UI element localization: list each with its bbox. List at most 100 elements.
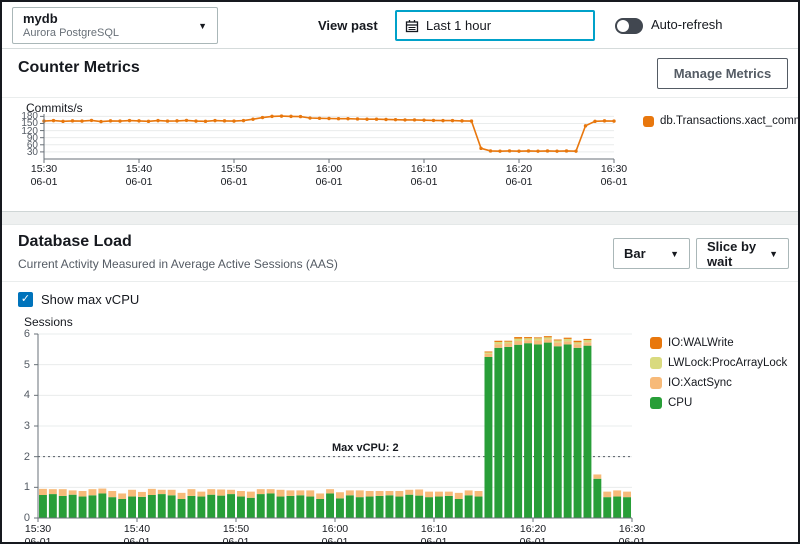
load-bar-segment <box>148 495 156 518</box>
legend-item: IO:XactSync <box>650 377 787 389</box>
database-name: mydb <box>23 11 198 27</box>
load-bar-segment <box>514 345 522 518</box>
load-bar-segment <box>574 342 582 344</box>
load-bar-segment <box>593 479 601 518</box>
x-tick-label: 15:3006-01 <box>20 163 68 189</box>
load-bar-segment <box>79 491 87 497</box>
load-bar-segment <box>583 339 591 340</box>
show-max-vcpu-checkbox[interactable]: ✓ <box>18 292 33 307</box>
load-bar-segment <box>425 492 433 498</box>
database-load-bar-chart[interactable] <box>38 334 632 518</box>
load-bar-segment <box>217 489 225 495</box>
legend-label: CPU <box>668 397 692 409</box>
load-bar-segment <box>514 339 522 341</box>
load-bar-segment <box>326 493 334 518</box>
load-bar-segment <box>524 340 532 343</box>
load-bar-segment <box>316 499 324 518</box>
load-bar-segment <box>583 346 591 518</box>
load-bar-segment <box>405 495 413 518</box>
show-max-vcpu-row[interactable]: ✓ Show max vCPU <box>18 292 139 307</box>
load-bar-segment <box>79 497 87 518</box>
legend-item: CPU <box>650 397 787 409</box>
chevron-down-icon: ▼ <box>198 21 207 31</box>
x-tick-label: 16:2006-01 <box>509 523 557 544</box>
load-bar-segment <box>158 490 166 494</box>
database-load-divider <box>2 281 798 282</box>
slice-by-dropdown[interactable]: Slice by wait ▼ <box>696 238 789 269</box>
legend-item: IO:WALWrite <box>650 337 787 349</box>
load-bar-segment <box>623 492 631 498</box>
load-bar-segment <box>356 497 364 518</box>
commits-line-chart[interactable] <box>44 114 614 159</box>
load-bar-segment <box>494 342 502 344</box>
load-bar-segment <box>574 341 582 343</box>
load-bar-segment <box>455 493 463 499</box>
load-bar-segment <box>425 497 433 518</box>
chart-type-dropdown[interactable]: Bar ▼ <box>613 238 690 269</box>
load-bar-segment <box>207 489 215 495</box>
y-tick-label: 6 <box>24 328 30 340</box>
load-bar-segment <box>435 497 443 518</box>
load-bar-segment <box>148 489 156 495</box>
load-bar-segment <box>306 490 314 496</box>
x-tick-label: 16:3006-01 <box>590 163 638 189</box>
load-bar-segment <box>415 489 423 495</box>
chart-type-value: Bar <box>624 246 646 261</box>
x-tick-label: 15:4006-01 <box>113 523 161 544</box>
load-bar-segment <box>544 337 552 339</box>
load-bar-segment <box>613 490 621 496</box>
load-bar-segment <box>217 496 225 518</box>
load-bar-segment <box>138 497 146 518</box>
load-bar-segment <box>346 490 354 495</box>
commits-x-axis: 15:3006-0115:4006-0115:5006-0116:0006-01… <box>44 163 614 189</box>
load-bar-segment <box>69 495 77 518</box>
load-bar-segment <box>277 497 285 518</box>
load-bar-segment <box>504 342 512 344</box>
load-bar-segment <box>435 492 443 497</box>
load-bar-segment <box>603 492 611 498</box>
time-range-input[interactable]: Last 1 hour <box>395 10 595 41</box>
load-bar-segment <box>574 344 582 348</box>
y-tick-label: 4 <box>24 389 30 401</box>
legend-swatch <box>650 397 662 409</box>
manage-metrics-button[interactable]: Manage Metrics <box>657 58 788 89</box>
load-bar-segment <box>128 490 136 497</box>
load-bar-segment <box>475 491 483 497</box>
load-bar-segment <box>405 490 413 495</box>
slice-by-value: Slice by wait <box>707 239 769 269</box>
load-bar-segment <box>267 489 275 493</box>
x-tick-label: 16:3006-01 <box>608 523 656 544</box>
load-bar-segment <box>69 490 77 494</box>
load-bar-segment <box>187 489 195 496</box>
database-selector[interactable]: mydb Aurora PostgreSQL ▼ <box>12 7 218 44</box>
load-bar-segment <box>524 337 532 338</box>
load-bar-segment <box>376 496 384 518</box>
load-bar-segment <box>376 491 384 496</box>
commits-legend-swatch <box>643 116 654 127</box>
commits-legend-label: db.Transactions.xact_commit.avg <box>660 115 800 127</box>
load-bar-segment <box>118 499 126 518</box>
load-bar-segment <box>168 490 176 496</box>
load-bar-segment <box>554 346 562 518</box>
auto-refresh-toggle[interactable] <box>615 18 643 34</box>
load-bar-segment <box>623 497 631 518</box>
chevron-down-icon: ▼ <box>769 249 778 259</box>
load-bar-segment <box>336 498 344 518</box>
load-bar-segment <box>88 495 96 518</box>
load-bar-segment <box>524 343 532 518</box>
load-bar-segment <box>49 494 57 518</box>
load-bar-segment <box>39 489 47 495</box>
load-bar-segment <box>544 343 552 518</box>
load-bar-segment <box>385 495 393 518</box>
legend-swatch <box>650 377 662 389</box>
load-bar-segment <box>455 499 463 518</box>
load-bar-segment <box>286 496 294 518</box>
load-bar-segment <box>534 337 542 338</box>
database-selector-texts: mydb Aurora PostgreSQL <box>23 11 198 41</box>
load-bar-segment <box>534 340 542 344</box>
load-bar-segment <box>178 493 186 499</box>
load-bar-segment <box>108 497 116 518</box>
load-bar-segment <box>257 494 265 518</box>
load-y-axis: 0123456 <box>6 334 32 518</box>
load-bar-segment <box>583 342 591 345</box>
